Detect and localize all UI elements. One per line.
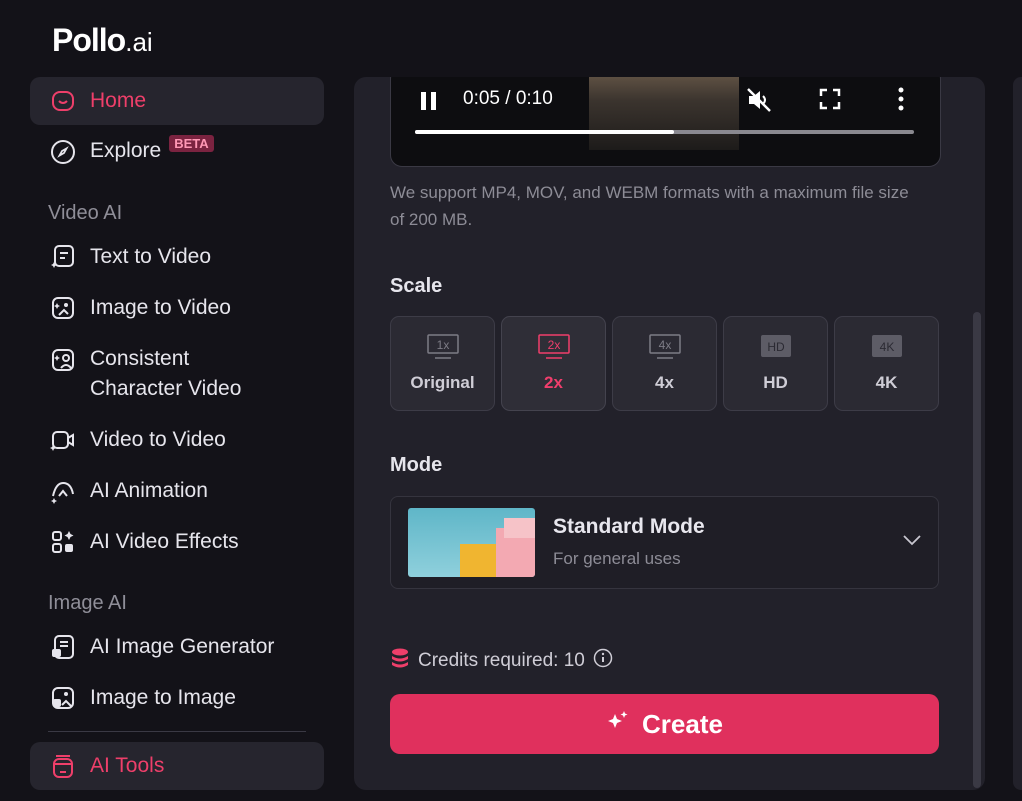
- video-to-video-icon: [50, 427, 76, 453]
- sidebar-item-explore[interactable]: Explore BETA: [30, 128, 324, 176]
- section-video-ai: Video AI: [48, 202, 123, 224]
- image-to-video-icon: [50, 295, 76, 321]
- sidebar-item-ai-animation[interactable]: AI Animation: [30, 467, 324, 515]
- sidebar-item-label: Home: [90, 89, 147, 112]
- sparkle-icon: [606, 709, 630, 740]
- image-to-image-icon: [50, 685, 76, 711]
- 1x-icon: 1x: [426, 334, 460, 365]
- scale-option-4k[interactable]: 4K 4K: [834, 316, 939, 411]
- sidebar-divider: [48, 731, 306, 732]
- sidebar-item-label: Image to Video: [90, 296, 231, 319]
- sidebar-item-label: AI Image Generator: [90, 635, 275, 658]
- sidebar-item-video-to-video[interactable]: Video to Video: [30, 416, 324, 464]
- effects-grid-icon: [50, 529, 76, 555]
- mode-thumbnail: [408, 508, 535, 577]
- video-frame: [589, 77, 739, 150]
- scale-option-2x[interactable]: 2x 2x: [501, 316, 606, 411]
- sidebar-item-label: Consistent: [90, 347, 190, 370]
- image-generator-icon: [50, 634, 76, 660]
- sidebar-item-ai-tools[interactable]: AI Tools: [30, 742, 324, 790]
- beta-badge: BETA: [169, 135, 214, 152]
- mute-icon[interactable]: [745, 86, 773, 119]
- mode-label: Mode: [390, 454, 443, 476]
- upscale-panel: 0:05 / 0:10 We support MP4, MOV, and WEB…: [354, 77, 985, 790]
- animation-icon: [50, 478, 76, 504]
- 4k-tag: 4K: [879, 340, 894, 354]
- credits-coin-icon: [390, 647, 410, 675]
- logo-suffix: .ai: [125, 27, 153, 57]
- right-panel-edge: [1013, 77, 1022, 790]
- upload-hint: We support MP4, MOV, and WEBM formats wi…: [390, 183, 909, 229]
- video-progress-track[interactable]: [415, 130, 914, 134]
- create-label: Create: [642, 708, 723, 739]
- sidebar-item-home[interactable]: Home: [30, 77, 324, 125]
- sidebar-item-label: AI Video Effects: [90, 530, 239, 553]
- 2x-icon: 2x: [537, 334, 571, 365]
- mode-title: Standard Mode: [553, 515, 705, 538]
- home-icon: [50, 88, 76, 114]
- sidebar-item-text-to-video[interactable]: Text to Video: [30, 233, 324, 281]
- 1x-tag: 1x: [436, 338, 449, 352]
- explore-label: Explore: [90, 139, 162, 162]
- text-to-video-icon: [50, 244, 76, 270]
- scale-option-label: Original: [410, 373, 475, 392]
- hd-tag: HD: [767, 340, 785, 354]
- scale-option-label: 4x: [655, 373, 674, 392]
- 4k-icon: 4K: [870, 334, 904, 365]
- character-video-icon: [50, 347, 76, 373]
- scale-option-label: HD: [763, 373, 788, 392]
- compass-icon: [50, 139, 76, 165]
- sidebar-item-label: Video to Video: [90, 428, 226, 451]
- scale-option-label: 4K: [875, 373, 898, 392]
- sidebar-item-label: AI Animation: [90, 479, 208, 502]
- mode-select[interactable]: Standard Mode For general uses: [390, 496, 939, 589]
- more-options-icon[interactable]: [897, 86, 905, 117]
- info-icon[interactable]: [593, 648, 613, 674]
- scale-option-4x[interactable]: 4x 4x: [612, 316, 717, 411]
- sidebar-item-ai-image-generator[interactable]: AI Image Generator: [30, 623, 324, 671]
- scale-label: Scale: [390, 275, 443, 297]
- hd-icon: HD: [759, 334, 793, 365]
- logo-name: Pollo: [52, 22, 126, 58]
- tools-icon: [50, 753, 76, 779]
- pause-icon[interactable]: [419, 90, 439, 117]
- logo[interactable]: Pollo .ai: [52, 22, 153, 62]
- fullscreen-icon[interactable]: [819, 88, 841, 115]
- create-button[interactable]: Create: [390, 694, 939, 754]
- 4x-icon: 4x: [648, 334, 682, 365]
- sidebar-item-label: Character Video: [90, 377, 242, 400]
- sidebar-item-label: Text to Video: [90, 245, 212, 268]
- sidebar-item-label: Explore BETA: [90, 135, 214, 168]
- chevron-down-icon: [902, 533, 922, 552]
- mode-subtitle: For general uses: [553, 549, 681, 568]
- scale-option-hd[interactable]: HD HD: [723, 316, 828, 411]
- 4x-tag: 4x: [658, 338, 671, 352]
- sidebar-item-ai-video-effects[interactable]: AI Video Effects: [30, 518, 324, 566]
- sidebar-item-image-to-image[interactable]: Image to Image: [30, 674, 324, 722]
- sidebar-item-label: AI Tools: [90, 754, 165, 777]
- sidebar-item-consistent-character-video[interactable]: Consistent Character Video: [30, 335, 324, 413]
- scale-option-original[interactable]: 1x Original: [390, 316, 495, 411]
- credits-text: Credits required: 10: [418, 650, 585, 671]
- video-player[interactable]: 0:05 / 0:10: [390, 77, 941, 167]
- sidebar-item-image-to-video[interactable]: Image to Video: [30, 284, 324, 332]
- scale-option-label: 2x: [544, 373, 563, 392]
- credits-info: Credits required: 10: [390, 647, 613, 675]
- sidebar-item-label: Image to Image: [90, 686, 236, 709]
- panel-scrollbar[interactable]: [973, 312, 981, 788]
- video-progress-fill: [415, 130, 675, 134]
- section-image-ai: Image AI: [48, 592, 127, 614]
- 2x-tag: 2x: [547, 338, 560, 352]
- video-time: 0:05 / 0:10: [463, 88, 553, 109]
